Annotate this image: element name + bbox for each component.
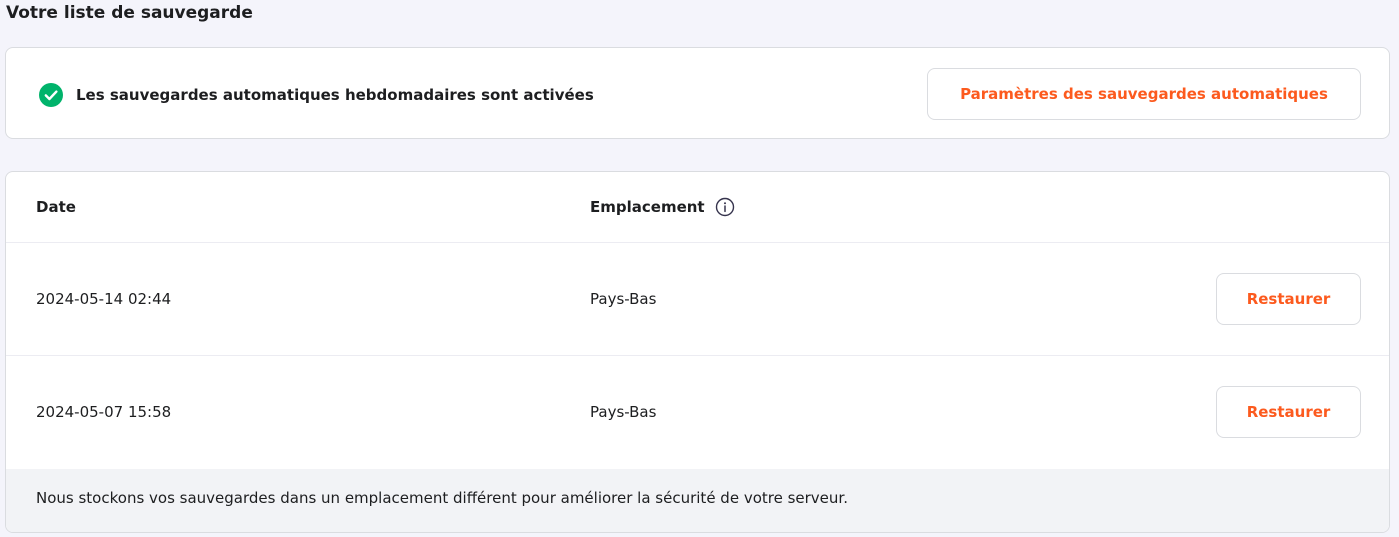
- backup-table: Date Emplacement 2024-05-14 02:44 Pays-B…: [5, 171, 1390, 533]
- column-header-location: Emplacement: [590, 196, 735, 218]
- column-header-date: Date: [36, 198, 76, 216]
- table-row: 2024-05-07 15:58 Pays-Bas Restaurer: [6, 356, 1389, 469]
- table-row: 2024-05-14 02:44 Pays-Bas Restaurer: [6, 243, 1389, 356]
- auto-backup-status-text: Les sauvegardes automatiques hebdomadair…: [76, 86, 594, 104]
- footer-note-text: Nous stockons vos sauvegardes dans un em…: [36, 489, 848, 507]
- auto-backup-status-card: Les sauvegardes automatiques hebdomadair…: [5, 47, 1390, 139]
- backup-location: Pays-Bas: [590, 290, 657, 308]
- page-title: Votre liste de sauvegarde: [6, 3, 253, 23]
- restore-button[interactable]: Restaurer: [1216, 386, 1361, 438]
- backup-date: 2024-05-14 02:44: [36, 290, 172, 308]
- restore-button[interactable]: Restaurer: [1216, 273, 1361, 325]
- column-header-location-label: Emplacement: [590, 198, 705, 216]
- auto-backup-settings-button[interactable]: Paramètres des sauvegardes automatiques: [927, 68, 1361, 120]
- info-icon[interactable]: [715, 197, 735, 217]
- table-header: Date Emplacement: [6, 172, 1389, 243]
- table-footer-note: Nous stockons vos sauvegardes dans un em…: [6, 469, 1389, 532]
- backup-location: Pays-Bas: [590, 403, 657, 421]
- backup-date: 2024-05-07 15:58: [36, 403, 172, 421]
- check-circle-icon: [39, 83, 63, 107]
